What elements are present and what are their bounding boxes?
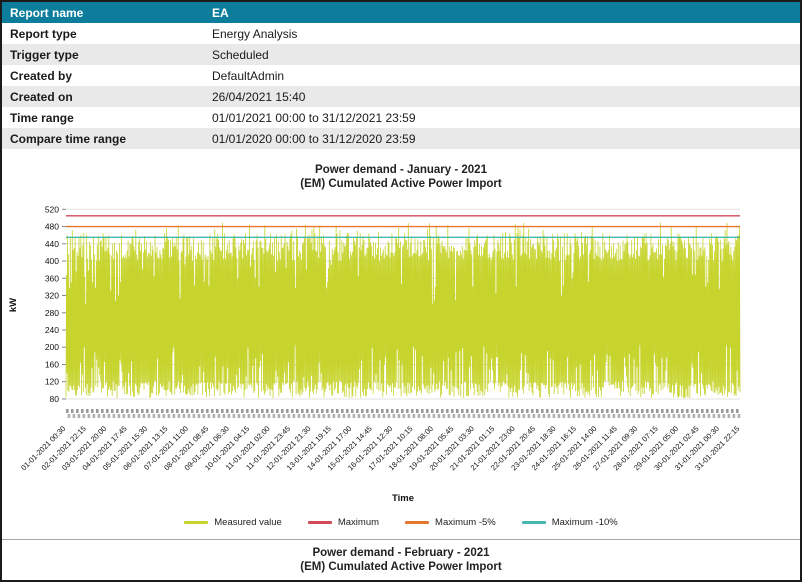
section-divider: [2, 539, 800, 540]
svg-text:440: 440: [45, 239, 59, 249]
legend-label: Maximum -10%: [552, 517, 618, 528]
chart-legend: Measured value Maximum Maximum -5% Maximum …: [2, 513, 800, 531]
power-demand-chart: 520 480 440 400 360 320 280 240 200 160 120 80 kW 01-…: [2, 197, 802, 513]
svg-text:320: 320: [45, 291, 59, 301]
svg-text:240: 240: [45, 325, 59, 335]
legend-item-maximum-10-: Maximum -10%: [522, 517, 618, 528]
report-row: Created on 26/04/2021 15:40: [2, 86, 800, 107]
x-axis-labels: 01-01-2021 00:3002-01-2021 22:1503-01-20…: [19, 424, 741, 472]
legend-label: Maximum -5%: [435, 517, 496, 528]
report-field-value: Energy Analysis: [204, 23, 800, 44]
chart-subtitle: (EM) Cumulated Active Power Import: [2, 177, 800, 191]
measured-value-series: [66, 223, 740, 399]
next-chart-title-block: Power demand - February - 2021 (EM) Cumu…: [2, 546, 800, 574]
report-field-label: Report type: [2, 23, 204, 44]
report-header-row: Report name EA: [2, 2, 800, 23]
next-chart-title: Power demand - February - 2021: [2, 546, 800, 560]
svg-text:480: 480: [45, 222, 59, 232]
energy-analysis-report: { "colors": { "header_bg": "#0d7d9c", "r…: [0, 0, 802, 582]
svg-text:120: 120: [45, 377, 59, 387]
report-field-value: Scheduled: [204, 44, 800, 65]
report-field-label: Trigger type: [2, 44, 204, 65]
report-field-value: 01/01/2021 00:00 to 31/12/2021 23:59: [204, 107, 800, 128]
report-field-label: Created by: [2, 65, 204, 86]
svg-text:400: 400: [45, 256, 59, 266]
chart-title-block: Power demand - January - 2021 (EM) Cumul…: [2, 163, 800, 191]
chart-title: Power demand - January - 2021: [2, 163, 800, 177]
report-field-label: Created on: [2, 86, 204, 107]
report-field-value: 26/04/2021 15:40: [204, 86, 800, 107]
legend-item-maximum: Maximum: [308, 517, 379, 528]
report-row: Time range 01/01/2021 00:00 to 31/12/202…: [2, 107, 800, 128]
report-field-value: DefaultAdmin: [204, 65, 800, 86]
legend-label: Measured value: [214, 517, 282, 528]
report-row: Compare time range 01/01/2020 00:00 to 3…: [2, 128, 800, 149]
svg-text:80: 80: [50, 394, 60, 404]
report-field-label: Time range: [2, 107, 204, 128]
x-axis-label: Time: [392, 493, 414, 504]
x-axis-tick-strip: [66, 409, 740, 418]
legend-swatch: [405, 521, 429, 524]
svg-text:360: 360: [45, 273, 59, 283]
legend-swatch: [308, 521, 332, 524]
report-field-value: 01/01/2020 00:00 to 31/12/2020 23:59: [204, 128, 800, 149]
svg-text:200: 200: [45, 342, 59, 352]
svg-text:520: 520: [45, 204, 59, 214]
report-field-label: Compare time range: [2, 128, 204, 149]
report-row: Report type Energy Analysis: [2, 23, 800, 44]
report-row: Trigger type Scheduled: [2, 44, 800, 65]
next-chart-subtitle: (EM) Cumulated Active Power Import: [2, 560, 800, 574]
report-field-label: Report name: [2, 2, 204, 23]
legend-item-maximum-5-: Maximum -5%: [405, 517, 496, 528]
legend-swatch: [522, 521, 546, 524]
svg-text:280: 280: [45, 308, 59, 318]
report-info-table: Report name EA Report type Energy Analys…: [2, 2, 800, 149]
legend-label: Maximum: [338, 517, 379, 528]
legend-item-measured-value: Measured value: [184, 517, 282, 528]
report-field-value: EA: [204, 2, 800, 23]
legend-swatch: [184, 521, 208, 524]
y-axis-label: kW: [8, 298, 19, 312]
report-row: Created by DefaultAdmin: [2, 65, 800, 86]
svg-text:160: 160: [45, 359, 59, 369]
